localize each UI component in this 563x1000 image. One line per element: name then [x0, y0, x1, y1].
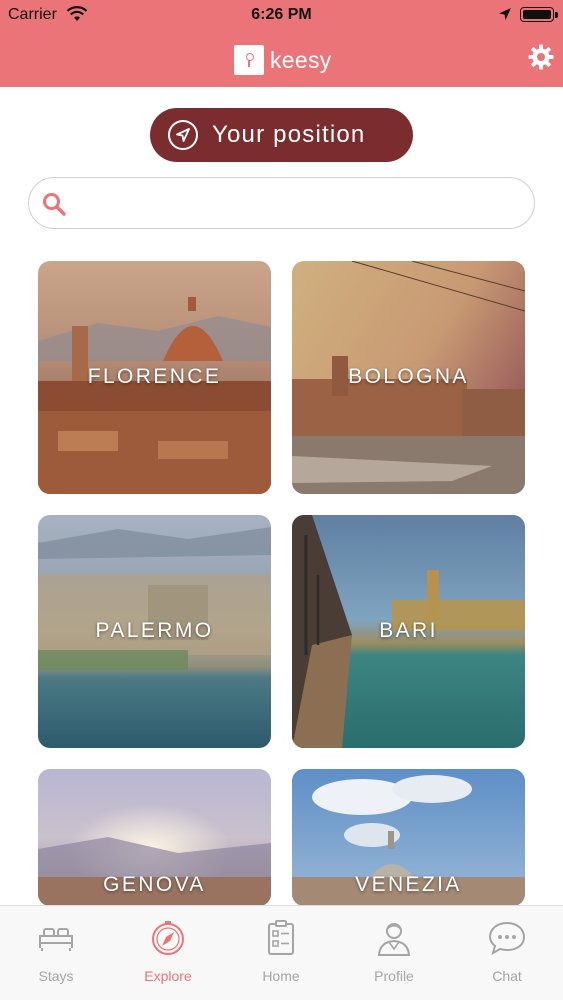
person-icon — [377, 923, 411, 956]
app-logo: keesy — [234, 44, 332, 76]
your-position-button[interactable]: Your position — [150, 108, 413, 162]
tab-label: Home — [262, 968, 300, 984]
your-position-label: Your position — [212, 121, 366, 148]
city-card-bari[interactable]: BARI — [292, 515, 525, 748]
navigation-arrow-icon — [168, 120, 198, 150]
tab-label: Explore — [144, 968, 192, 984]
city-name: BOLOGNA — [348, 365, 469, 388]
tab-chat[interactable]: Chat — [451, 906, 563, 1000]
city-name: GENOVA — [103, 873, 206, 896]
tab-stays[interactable]: Stays — [0, 906, 112, 1000]
chat-bubble-icon — [488, 921, 526, 956]
compass-icon — [152, 921, 184, 955]
tab-bar: Stays Explore Home Profile Chat — [0, 905, 563, 1000]
battery-icon — [520, 7, 558, 22]
search-icon — [41, 191, 67, 217]
tab-home[interactable]: Home — [225, 906, 337, 1000]
city-card-florence[interactable]: FLORENCE — [38, 261, 271, 494]
keyhole-logo-icon — [234, 45, 264, 75]
location-arrow-icon — [498, 7, 512, 26]
gear-icon[interactable] — [527, 43, 555, 71]
city-name: VENEZIA — [355, 873, 462, 896]
city-name: BARI — [379, 619, 438, 642]
city-name: FLORENCE — [87, 365, 222, 388]
status-time: 6:26 PM — [251, 6, 312, 23]
tab-label: Chat — [492, 968, 522, 984]
logo-text: keesy — [270, 46, 332, 73]
city-card-palermo[interactable]: PALERMO — [38, 515, 271, 748]
city-card-genova[interactable]: GENOVA — [38, 769, 271, 906]
tab-profile[interactable]: Profile — [338, 906, 450, 1000]
bed-icon — [39, 928, 73, 951]
city-card-bologna[interactable]: BOLOGNA — [292, 261, 525, 494]
city-name: PALERMO — [95, 619, 214, 642]
app-header: Carrier 6:26 PM keesy — [0, 0, 563, 87]
tab-label: Profile — [374, 968, 414, 984]
status-bar: Carrier 6:26 PM — [0, 0, 563, 30]
tab-label: Stays — [38, 968, 74, 984]
search-input[interactable] — [77, 186, 517, 220]
search-bar[interactable] — [28, 177, 535, 229]
tab-explore[interactable]: Explore — [112, 906, 224, 1000]
checklist-icon — [268, 920, 294, 955]
city-card-venezia[interactable]: VENEZIA — [292, 769, 525, 906]
